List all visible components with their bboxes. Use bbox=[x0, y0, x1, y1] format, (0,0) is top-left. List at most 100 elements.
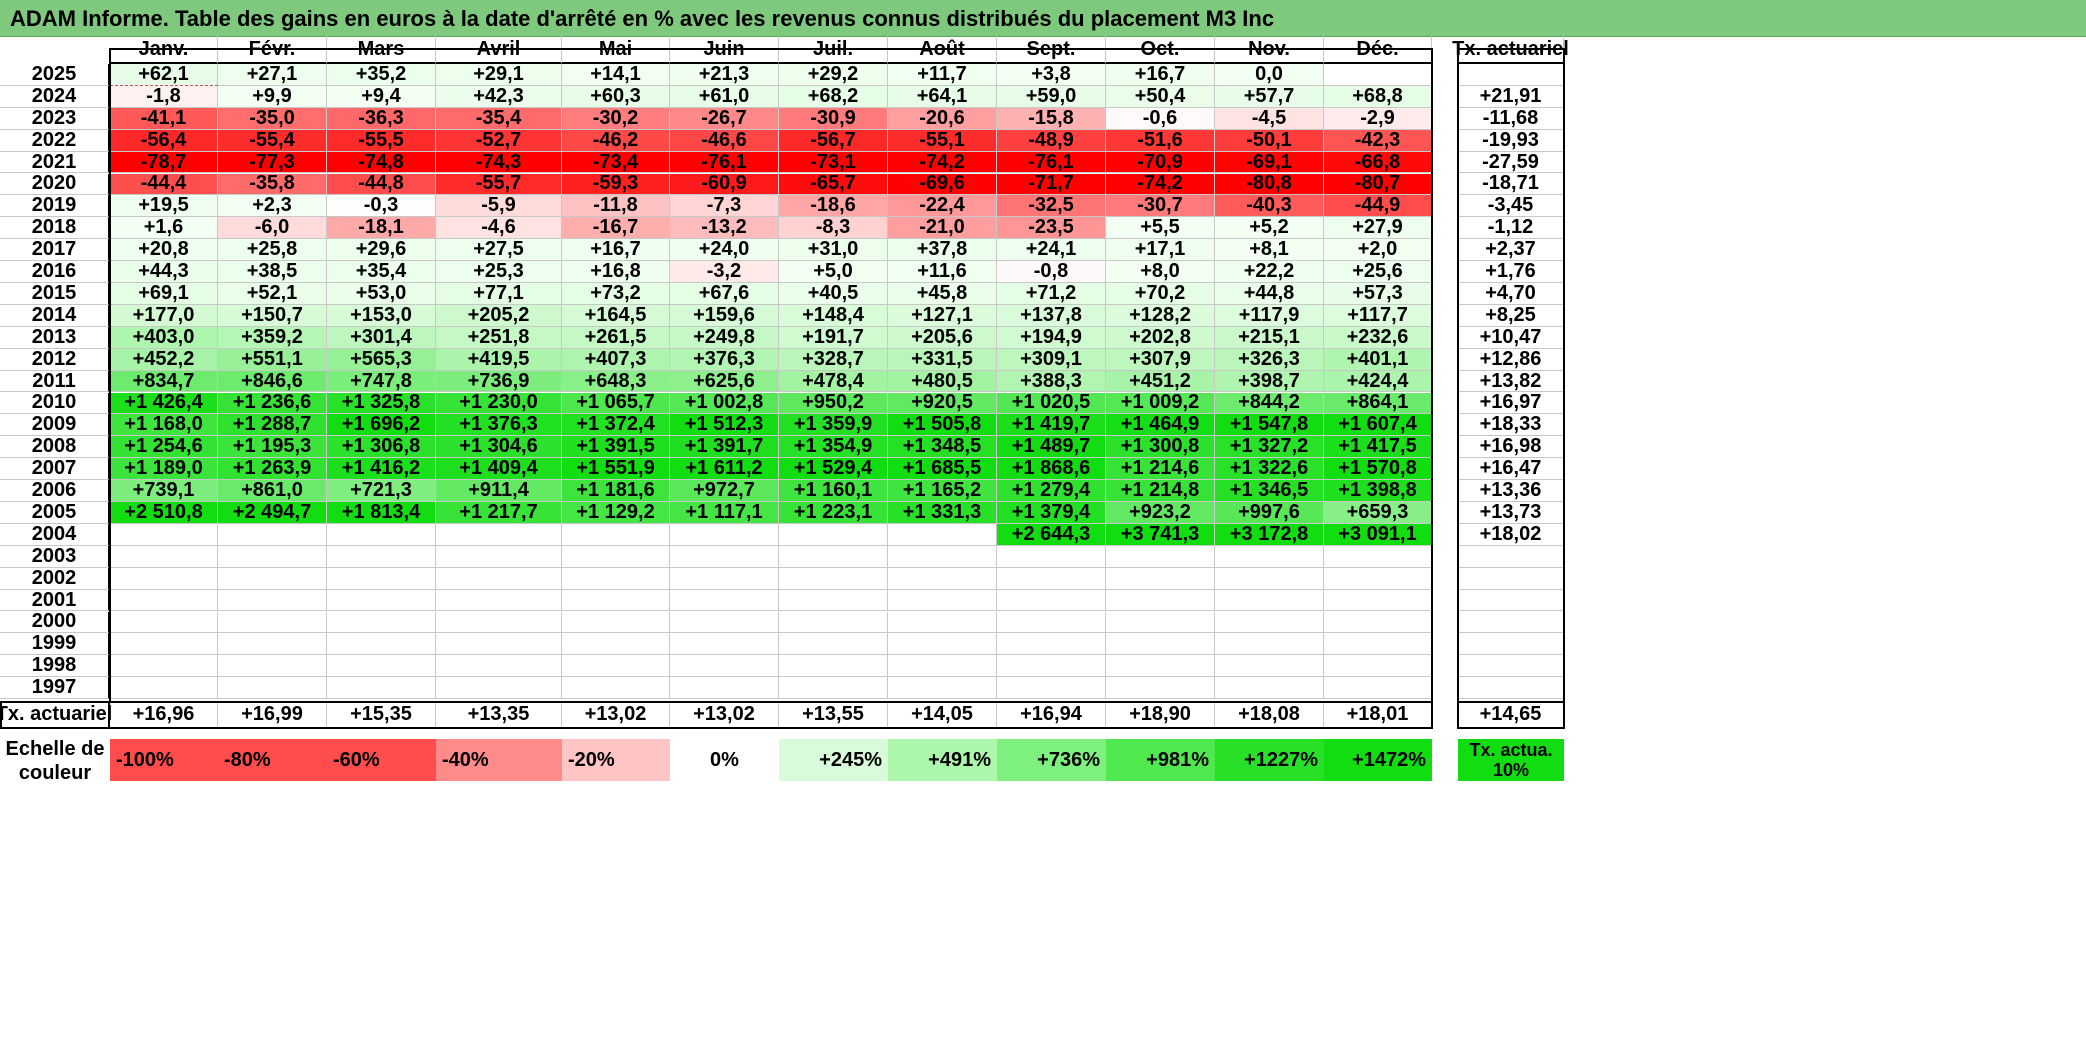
table-cell[interactable]: +736,9 bbox=[436, 370, 562, 393]
table-cell[interactable] bbox=[1215, 567, 1324, 590]
table-cell[interactable]: -18,6 bbox=[779, 194, 888, 218]
table-cell[interactable]: +1 346,5 bbox=[1215, 479, 1324, 502]
table-cell[interactable]: +1 223,1 bbox=[779, 501, 888, 524]
table-cell[interactable]: +1 009,2 bbox=[1106, 391, 1215, 415]
table-cell[interactable]: -23,5 bbox=[997, 216, 1106, 240]
table-cell[interactable] bbox=[562, 567, 670, 590]
table-cell[interactable]: +11,6 bbox=[888, 260, 997, 283]
table-cell[interactable]: +44,8 bbox=[1215, 282, 1324, 305]
table-cell[interactable]: +249,8 bbox=[670, 326, 779, 349]
table-cell[interactable]: +50,4 bbox=[1106, 85, 1215, 108]
table-cell[interactable]: +202,8 bbox=[1106, 326, 1215, 349]
table-cell[interactable]: -22,4 bbox=[888, 194, 997, 218]
table-cell[interactable] bbox=[327, 633, 436, 656]
table-cell[interactable] bbox=[1324, 677, 1432, 700]
table-cell[interactable]: +3 091,1 bbox=[1324, 523, 1432, 546]
table-cell[interactable]: -44,4 bbox=[110, 172, 218, 196]
table-cell[interactable]: +77,1 bbox=[436, 282, 562, 305]
table-cell[interactable] bbox=[1106, 677, 1215, 700]
table-cell[interactable]: +920,5 bbox=[888, 391, 997, 415]
table-cell[interactable]: +1 391,7 bbox=[670, 435, 779, 459]
table-cell[interactable] bbox=[436, 589, 562, 612]
table-cell[interactable]: -73,4 bbox=[562, 151, 670, 174]
table-cell[interactable]: +326,3 bbox=[1215, 348, 1324, 371]
table-cell[interactable]: +53,0 bbox=[327, 282, 436, 305]
table-cell[interactable]: -21,0 bbox=[888, 216, 997, 240]
table-cell[interactable]: +1 409,4 bbox=[436, 457, 562, 481]
table-cell[interactable] bbox=[997, 567, 1106, 590]
table-cell[interactable] bbox=[436, 677, 562, 700]
table-cell[interactable] bbox=[779, 633, 888, 656]
table-cell[interactable]: +1 813,4 bbox=[327, 501, 436, 524]
table-cell[interactable] bbox=[218, 523, 327, 546]
table-cell[interactable]: +1 263,9 bbox=[218, 457, 327, 481]
table-cell[interactable]: +1 416,2 bbox=[327, 457, 436, 481]
table-cell[interactable]: +19,5 bbox=[110, 194, 218, 218]
table-cell[interactable]: +3 741,3 bbox=[1106, 523, 1215, 546]
table-cell[interactable] bbox=[327, 589, 436, 612]
table-cell[interactable]: +127,1 bbox=[888, 304, 997, 327]
table-cell[interactable] bbox=[1324, 655, 1432, 678]
table-cell[interactable]: -76,1 bbox=[997, 151, 1106, 174]
table-cell[interactable]: +59,0 bbox=[997, 85, 1106, 108]
table-cell[interactable]: +67,6 bbox=[670, 282, 779, 305]
table-cell[interactable]: +861,0 bbox=[218, 479, 327, 502]
table-cell[interactable]: +3 172,8 bbox=[1215, 523, 1324, 546]
table-cell[interactable] bbox=[562, 523, 670, 546]
table-cell[interactable] bbox=[997, 589, 1106, 612]
table-cell[interactable]: -56,7 bbox=[779, 129, 888, 152]
table-cell[interactable] bbox=[110, 677, 218, 700]
table-cell[interactable] bbox=[218, 633, 327, 656]
table-cell[interactable]: +648,3 bbox=[562, 370, 670, 393]
table-cell[interactable]: +1 547,8 bbox=[1215, 413, 1324, 437]
table-cell[interactable]: +1 168,0 bbox=[110, 413, 218, 437]
table-cell[interactable]: +191,7 bbox=[779, 326, 888, 349]
table-cell[interactable] bbox=[888, 567, 997, 590]
table-cell[interactable] bbox=[562, 545, 670, 568]
table-cell[interactable]: +1 348,5 bbox=[888, 435, 997, 459]
table-cell[interactable]: +1 512,3 bbox=[670, 413, 779, 437]
table-cell[interactable]: +1 236,6 bbox=[218, 391, 327, 415]
table-cell[interactable]: -46,2 bbox=[562, 129, 670, 152]
table-cell[interactable]: -69,6 bbox=[888, 172, 997, 196]
table-cell[interactable] bbox=[997, 677, 1106, 700]
table-cell[interactable]: +150,7 bbox=[218, 304, 327, 327]
table-cell[interactable]: -30,7 bbox=[1106, 194, 1215, 218]
table-cell[interactable] bbox=[888, 545, 997, 568]
table-cell[interactable]: +45,8 bbox=[888, 282, 997, 305]
table-cell[interactable]: -2,9 bbox=[1324, 107, 1432, 130]
table-cell[interactable]: +11,7 bbox=[888, 63, 997, 86]
table-cell[interactable] bbox=[997, 655, 1106, 678]
table-cell[interactable]: -71,7 bbox=[997, 172, 1106, 196]
table-cell[interactable] bbox=[1215, 611, 1324, 634]
table-cell[interactable] bbox=[327, 677, 436, 700]
table-cell[interactable]: -44,9 bbox=[1324, 194, 1432, 218]
table-cell[interactable]: -0,3 bbox=[327, 194, 436, 218]
table-cell[interactable]: +1 181,6 bbox=[562, 479, 670, 502]
table-cell[interactable]: +17,1 bbox=[1106, 238, 1215, 262]
table-cell[interactable]: +401,1 bbox=[1324, 348, 1432, 371]
table-cell[interactable] bbox=[670, 523, 779, 546]
table-cell[interactable]: +1 868,6 bbox=[997, 457, 1106, 481]
table-cell[interactable] bbox=[1324, 567, 1432, 590]
table-cell[interactable] bbox=[1106, 655, 1215, 678]
table-cell[interactable]: -52,7 bbox=[436, 129, 562, 152]
table-cell[interactable] bbox=[888, 677, 997, 700]
table-cell[interactable] bbox=[1324, 545, 1432, 568]
table-cell[interactable]: +31,0 bbox=[779, 238, 888, 262]
table-cell[interactable]: +1 160,1 bbox=[779, 479, 888, 502]
table-cell[interactable]: +42,3 bbox=[436, 85, 562, 108]
table-cell[interactable]: -6,0 bbox=[218, 216, 327, 240]
table-cell[interactable]: +1 288,7 bbox=[218, 413, 327, 437]
table-cell[interactable]: -60,9 bbox=[670, 172, 779, 196]
table-cell[interactable] bbox=[562, 589, 670, 612]
table-cell[interactable]: +551,1 bbox=[218, 348, 327, 371]
table-cell[interactable]: +398,7 bbox=[1215, 370, 1324, 393]
table-cell[interactable]: +40,5 bbox=[779, 282, 888, 305]
table-cell[interactable]: +37,8 bbox=[888, 238, 997, 262]
table-cell[interactable]: +1 611,2 bbox=[670, 457, 779, 481]
table-cell[interactable] bbox=[888, 655, 997, 678]
table-cell[interactable]: +8,1 bbox=[1215, 238, 1324, 262]
table-cell[interactable] bbox=[1215, 677, 1324, 700]
table-cell[interactable]: +8,0 bbox=[1106, 260, 1215, 283]
